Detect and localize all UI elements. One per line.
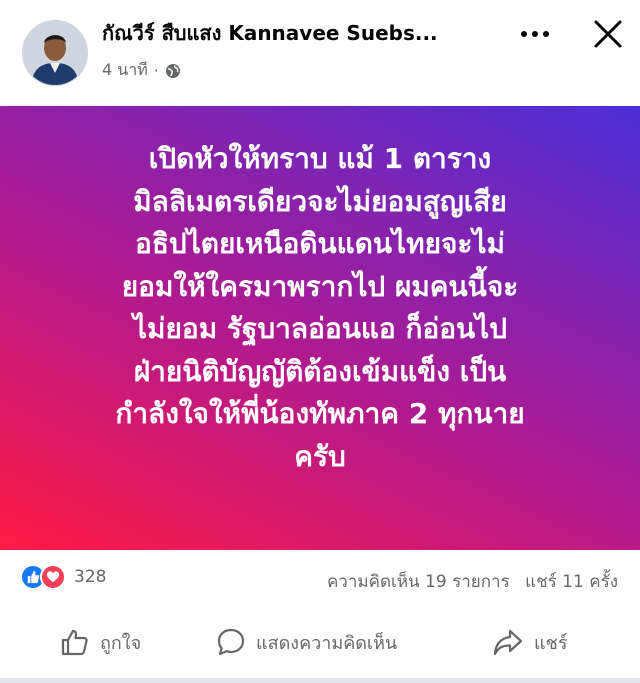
reaction-count: 328 [74,567,107,587]
action-bar: ถูกใจ แสดงความคิดเห็น แชร์ [0,618,640,666]
divider [0,678,640,683]
comment-button[interactable]: แสดงความคิดเห็น [216,618,397,666]
post-meta: 4 นาที · [102,58,181,83]
thumbs-up-icon [61,629,88,656]
share-icon [493,629,523,656]
comment-icon [217,628,245,656]
engagement-stats: ความคิดเห็น 19 รายการ แชร์ 11 ครั้ง [317,568,618,595]
post-time[interactable]: 4 นาที [102,58,148,83]
like-label: ถูกใจ [100,632,142,654]
share-count[interactable]: แชร์ 11 ครั้ง [525,572,618,592]
comment-count[interactable]: ความคิดเห็น 19 รายการ [327,572,510,592]
author-name[interactable]: กัณวีร์ สืบแสง Kannavee Suebs... [102,17,492,49]
post-background: เปิดหัวให้ทราบ แม้ 1 ตาราง มิลลิเมตรเดีย… [0,106,640,550]
more-dot [532,31,538,37]
reactions-summary[interactable]: 328 [20,564,106,590]
like-button[interactable]: ถูกใจ [60,618,141,666]
close-icon[interactable] [588,14,628,54]
more-dot [543,31,549,37]
love-icon [40,564,66,590]
post-header: กัณวีร์ สืบแสง Kannavee Suebs... 4 นาที … [0,0,640,106]
author-avatar[interactable] [22,20,88,86]
share-label: แชร์ [534,632,568,654]
more-dot [521,31,527,37]
post-text: เปิดหัวให้ทราบ แม้ 1 ตาราง มิลลิเมตรเดีย… [115,142,525,473]
more-options-icon[interactable] [515,22,555,46]
meta-separator: · [153,61,159,80]
comment-label: แสดงความคิดเห็น [256,632,398,654]
post-stats: 328 ความคิดเห็น 19 รายการ แชร์ 11 ครั้ง [0,560,640,596]
share-button[interactable]: แชร์ [492,618,568,666]
globe-icon [165,63,180,78]
avatar-portrait [23,21,87,85]
